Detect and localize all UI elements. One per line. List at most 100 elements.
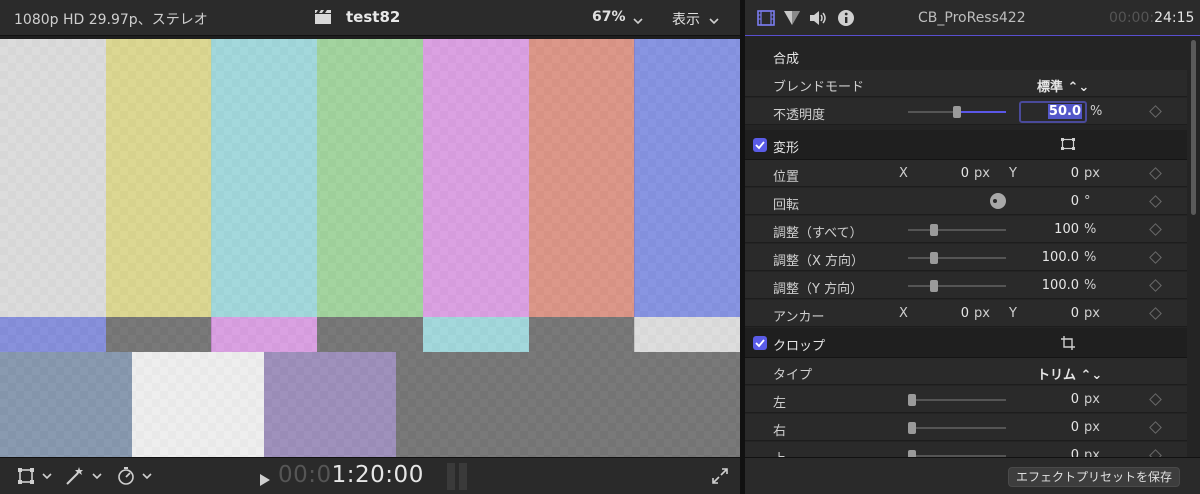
crop-left-slider-knob[interactable]: [908, 394, 916, 406]
crop-enable-checkbox[interactable]: [753, 336, 767, 350]
opacity-label: 不透明度: [773, 108, 826, 123]
color-inspector-icon[interactable]: [783, 9, 801, 31]
scale-y-label: 調整（Y 方向）: [773, 282, 864, 297]
keyframe-diamond-icon[interactable]: [1149, 449, 1162, 457]
color-bar: [528, 39, 635, 317]
rotation-dial-icon[interactable]: [989, 192, 1007, 214]
crop-section-header[interactable]: クロップ: [745, 328, 1187, 358]
scale-x-unit: %: [1084, 250, 1097, 265]
crop-type-label: タイプ: [773, 368, 813, 383]
project-title: test82: [346, 8, 401, 26]
crop-right-slider[interactable]: [908, 422, 1006, 434]
clapper-icon: [314, 9, 332, 25]
opacity-slider[interactable]: [908, 106, 1006, 118]
transform-onscreen-control-icon[interactable]: [1061, 138, 1075, 154]
scale-x-row: 調整（X 方向） 100.0 %: [745, 244, 1187, 271]
crop-title: クロップ: [773, 339, 826, 354]
scale-all-slider-knob[interactable]: [930, 224, 938, 236]
scale-y-slider-knob[interactable]: [930, 280, 938, 292]
position-y-axis: Y: [1009, 166, 1017, 181]
crop-right-slider-knob[interactable]: [908, 422, 916, 434]
anchor-y-value[interactable]: 0: [1055, 306, 1079, 321]
play-icon[interactable]: [260, 471, 270, 490]
scale-all-unit: %: [1084, 222, 1097, 237]
keyframe-diamond-icon[interactable]: [1149, 279, 1162, 292]
crop-top-value[interactable]: 0: [1051, 448, 1079, 457]
audio-inspector-icon[interactable]: [809, 9, 829, 31]
scale-x-value[interactable]: 100.0: [1037, 250, 1079, 265]
fullscreen-icon[interactable]: [712, 468, 728, 488]
keyframe-diamond-icon[interactable]: [1149, 195, 1162, 208]
duration-leading: 00:00:: [1109, 10, 1155, 26]
rotation-label: 回転: [773, 198, 800, 213]
color-bar: [0, 352, 132, 457]
crop-onscreen-control-icon[interactable]: [1061, 336, 1075, 354]
anchor-label: アンカー: [773, 310, 825, 325]
opacity-field[interactable]: 50.0: [1019, 101, 1087, 123]
crop-right-label: 右: [773, 424, 787, 439]
blend-mode-row: ブレンドモード 標準 ⌃⌄: [745, 70, 1187, 97]
color-bar: [634, 39, 740, 317]
duration-value: 24:15: [1154, 10, 1195, 26]
timecode-display[interactable]: 00:01:20:00: [278, 462, 424, 488]
info-icon[interactable]: [837, 9, 855, 31]
keyframe-diamond-icon[interactable]: [1149, 393, 1162, 406]
crop-left-value[interactable]: 0: [1051, 392, 1079, 407]
opacity-slider-knob[interactable]: [953, 106, 961, 118]
crop-right-value[interactable]: 0: [1051, 420, 1079, 435]
scale-x-slider[interactable]: [908, 252, 1006, 264]
transform-title: 変形: [773, 141, 800, 156]
enhance-magic-wand-button[interactable]: [64, 465, 102, 487]
composite-section-header[interactable]: 合成: [745, 41, 1187, 71]
transform-enable-checkbox[interactable]: [753, 138, 767, 152]
zoom-level-menu[interactable]: 67%: [592, 9, 626, 25]
transform-tool-button[interactable]: [16, 465, 52, 487]
keyframe-diamond-icon[interactable]: [1149, 167, 1162, 180]
keyframe-diamond-icon[interactable]: [1149, 307, 1162, 320]
save-effects-preset-button[interactable]: エフェクトプリセットを保存: [1008, 467, 1181, 487]
keyframe-diamond-icon[interactable]: [1149, 251, 1162, 264]
position-x-value[interactable]: 0: [945, 166, 969, 181]
crop-left-slider[interactable]: [908, 394, 1006, 406]
crop-left-unit: px: [1084, 392, 1100, 407]
color-bar: [132, 352, 264, 457]
anchor-x-unit: px: [974, 306, 990, 321]
video-inspector-icon[interactable]: [757, 9, 775, 31]
chevron-down-icon[interactable]: [709, 13, 719, 29]
anchor-row: アンカー X 0 px Y 0 px: [745, 300, 1187, 327]
position-x-axis: X: [899, 166, 908, 181]
retime-speed-button[interactable]: [116, 465, 152, 487]
keyframe-diamond-icon[interactable]: [1149, 421, 1162, 434]
video-canvas[interactable]: [0, 39, 740, 457]
scale-y-row: 調整（Y 方向） 100.0 %: [745, 272, 1187, 299]
crop-top-label: 上: [773, 448, 786, 457]
crop-type-popup[interactable]: トリム ⌃⌄: [1037, 364, 1102, 383]
scale-y-unit: %: [1084, 278, 1097, 293]
inspector-scrollbar[interactable]: [1191, 40, 1196, 215]
rotation-value[interactable]: 0: [1051, 194, 1079, 209]
color-bar: [0, 39, 106, 317]
scale-x-slider-knob[interactable]: [930, 252, 938, 264]
position-y-value[interactable]: 0: [1055, 166, 1079, 181]
color-bar: [264, 352, 396, 457]
chevron-down-icon: [42, 472, 52, 479]
color-bar: [317, 317, 424, 352]
scale-y-slider[interactable]: [908, 280, 1006, 292]
rotation-row: 回転 0 °: [745, 188, 1187, 215]
scale-x-label: 調整（X 方向）: [773, 254, 865, 269]
scale-y-value[interactable]: 100.0: [1037, 278, 1079, 293]
color-bar: [105, 39, 212, 317]
position-x-unit: px: [974, 166, 990, 181]
view-menu[interactable]: 表示: [672, 9, 700, 29]
keyframe-diamond-icon[interactable]: [1149, 223, 1162, 236]
crop-top-slider-knob[interactable]: [908, 450, 916, 457]
rotation-unit: °: [1084, 194, 1091, 209]
scale-all-slider[interactable]: [908, 224, 1006, 236]
color-bar: [422, 317, 529, 352]
scale-all-value[interactable]: 100: [1037, 222, 1079, 237]
anchor-x-value[interactable]: 0: [945, 306, 969, 321]
blend-mode-popup[interactable]: 標準 ⌃⌄: [1037, 76, 1089, 95]
transform-section-header[interactable]: 変形: [745, 130, 1187, 160]
keyframe-diamond-icon[interactable]: [1149, 105, 1162, 118]
chevron-down-icon[interactable]: [633, 13, 643, 29]
